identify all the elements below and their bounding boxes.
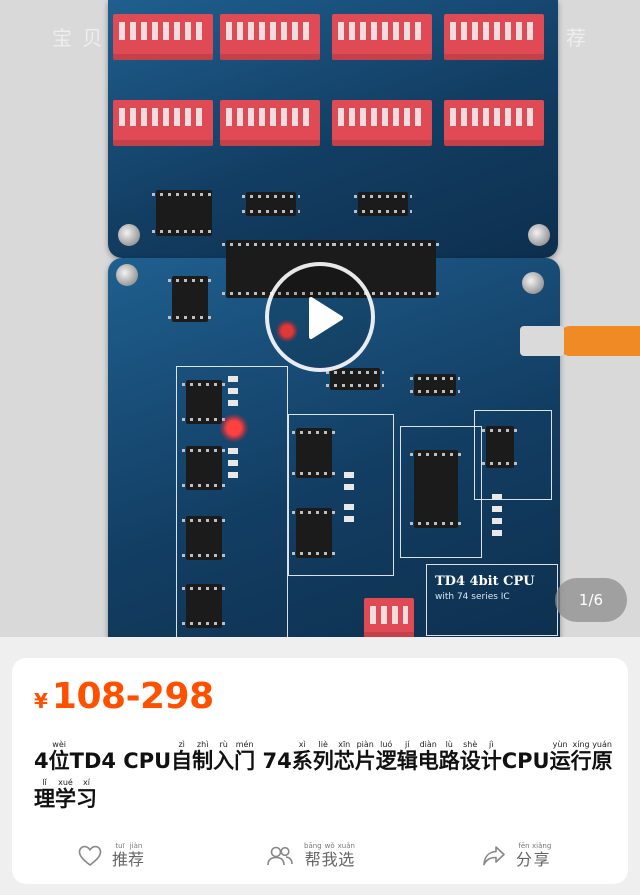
- watermark-right: 荐: [566, 26, 588, 50]
- action-bar: 推tuī荐jiàn 帮bāng我wǒ选xuǎn 分fēn享xiǎng: [12, 842, 628, 878]
- title-pinyin: xíng: [570, 740, 592, 749]
- title-pinyin: diàn: [417, 740, 439, 749]
- title-pinyin: shè: [459, 740, 481, 749]
- pcb-board-top-image: [108, 0, 558, 258]
- title-pinyin: zì: [171, 740, 193, 749]
- help-char: 帮bāng: [304, 842, 322, 869]
- board-title-text: TD4 4bit CPU: [435, 574, 535, 589]
- title-pinyin: liè: [312, 740, 334, 749]
- share-char: 享xiǎng: [532, 842, 552, 869]
- image-page-indicator: 1/6: [555, 578, 627, 622]
- product-title[interactable]: 4位wèiTD4 CPU自zì制zhì入rù门mén 74系xì列liè芯xīn…: [34, 740, 614, 818]
- share-arrow-icon: [483, 846, 505, 866]
- title-pinyin: wèi: [48, 740, 70, 749]
- title-char: 计jì: [480, 740, 502, 773]
- title-pinyin: jí: [396, 740, 418, 749]
- title-pinyin: luó: [375, 740, 397, 749]
- product-media-viewer[interactable]: TD4 4bit CPU with 74 series IC 宝 贝 荐 1/6: [0, 0, 640, 637]
- people-icon: [267, 846, 293, 866]
- title-pinyin: jì: [480, 740, 502, 749]
- title-pinyin: yuán: [591, 740, 613, 749]
- title-char: 门mén: [234, 740, 256, 773]
- price-display: ¥ 108-298: [34, 676, 214, 717]
- title-text: 4: [34, 749, 49, 773]
- title-char: 原yuán: [591, 740, 613, 773]
- title-pinyin: lù: [438, 740, 460, 749]
- recommend-pinyin: tuī: [112, 842, 129, 850]
- title-text: 74: [255, 749, 292, 773]
- help-char: 选xuǎn: [337, 842, 355, 869]
- help-me-choose-label: 帮bāng我wǒ选xuǎn: [304, 842, 355, 870]
- recommend-label: 推tuī荐jiàn: [112, 842, 144, 870]
- title-char: 理lǐ: [34, 778, 55, 811]
- heart-icon: [78, 845, 102, 867]
- title-char: 片piàn: [354, 740, 376, 773]
- recommend-char: 荐jiàn: [128, 842, 145, 869]
- title-pinyin: xīn: [333, 740, 355, 749]
- title-char: 列liè: [312, 740, 334, 773]
- title-char: 逻luó: [375, 740, 397, 773]
- help-me-choose-button[interactable]: 帮bāng我wǒ选xuǎn: [266, 842, 355, 870]
- title-text: CPU: [501, 749, 550, 773]
- title-char: 位wèi: [48, 740, 70, 773]
- watermark-left: 宝 贝: [52, 26, 105, 50]
- title-char: 学xué: [55, 778, 76, 811]
- title-char: 系xì: [291, 740, 313, 773]
- title-char: 自zì: [171, 740, 193, 773]
- help-char: 我wǒ: [321, 842, 338, 869]
- title-char: 电diàn: [417, 740, 439, 773]
- share-label: 分fēn享xiǎng: [516, 842, 551, 870]
- help-pinyin: xuǎn: [337, 842, 355, 850]
- title-pinyin: zhì: [192, 740, 214, 749]
- play-video-button[interactable]: [265, 262, 375, 372]
- recommend-button[interactable]: 推tuī荐jiàn: [78, 842, 144, 870]
- help-pinyin: bāng: [304, 842, 322, 850]
- title-char: 辑jí: [396, 740, 418, 773]
- title-pinyin: xí: [76, 778, 97, 787]
- title-pinyin: xì: [291, 740, 313, 749]
- title-pinyin: rù: [213, 740, 235, 749]
- share-pinyin: fēn: [516, 842, 532, 850]
- currency-symbol: ¥: [34, 689, 48, 713]
- play-icon: [309, 297, 343, 339]
- title-pinyin: piàn: [354, 740, 376, 749]
- title-char: 路lù: [438, 740, 460, 773]
- title-pinyin: mén: [234, 740, 256, 749]
- title-char: 运yùn: [549, 740, 571, 773]
- help-pinyin: wǒ: [321, 842, 338, 850]
- title-char: 设shè: [459, 740, 481, 773]
- share-button[interactable]: 分fēn享xiǎng: [482, 842, 551, 870]
- title-pinyin: xué: [55, 778, 76, 787]
- title-char: 入rù: [213, 740, 235, 773]
- recommend-pinyin: jiàn: [128, 842, 145, 850]
- title-char: 行xíng: [570, 740, 592, 773]
- share-pinyin: xiǎng: [532, 842, 552, 850]
- recommend-char: 推tuī: [112, 842, 129, 869]
- price-range: 108-298: [51, 676, 214, 717]
- share-char: 分fēn: [516, 842, 533, 869]
- title-text: TD4 CPU: [69, 749, 172, 773]
- board-subtitle-text: with 74 series IC: [435, 592, 510, 602]
- title-char: 习xí: [76, 778, 97, 811]
- product-info-card: ¥ 108-298 4位wèiTD4 CPU自zì制zhì入rù门mén 74系…: [12, 658, 628, 884]
- title-pinyin: lǐ: [34, 778, 55, 787]
- title-char: 芯xīn: [333, 740, 355, 773]
- title-pinyin: yùn: [549, 740, 571, 749]
- title-char: 制zhì: [192, 740, 214, 773]
